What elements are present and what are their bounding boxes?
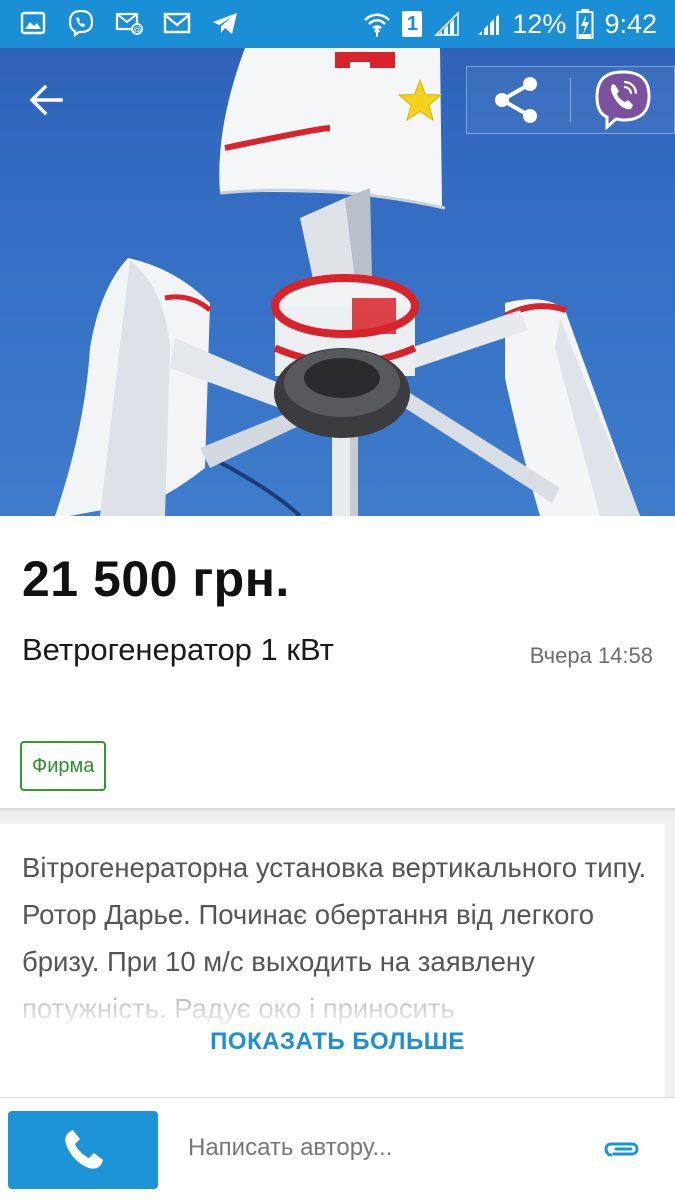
paperclip-icon [604, 1142, 639, 1157]
gmail-icon [163, 12, 191, 34]
attach-button[interactable] [600, 1134, 644, 1164]
share-icon [495, 77, 537, 123]
star-icon [397, 78, 443, 122]
signal-icon-2 [478, 14, 500, 35]
contact-bar: Написать автору... [0, 1097, 675, 1200]
listing-date: Вчера 14:58 [529, 643, 653, 668]
telegram-icon [213, 13, 237, 34]
listing-photo[interactable] [0, 48, 675, 516]
listing-screen: @ 1 12% 9:42 21 500 грн. Ветрогенератор … [0, 0, 675, 1200]
arrow-left-icon [29, 84, 63, 116]
show-more-button[interactable]: ПОКАЗАТЬ БОЛЬШЕ [0, 1028, 665, 1056]
notification-icons: @ [18, 8, 240, 38]
sms-icon: @ [115, 12, 143, 35]
system-status: 1 12% 9:42 [362, 6, 657, 42]
signal-icon-1 [434, 11, 460, 36]
clock: 9:42 [604, 8, 657, 39]
listing-info: 21 500 грн. Ветрогенератор 1 кВт Вчера 1… [0, 516, 675, 808]
price: 21 500 грн. [22, 551, 290, 607]
action-divider [570, 78, 571, 122]
sim-indicator: 1 [402, 11, 423, 37]
description-card: Вітрогенераторна установка вертикального… [0, 824, 665, 1099]
status-bar: @ 1 12% 9:42 [0, 0, 675, 48]
share-button[interactable] [480, 68, 552, 132]
call-button[interactable] [8, 1111, 158, 1189]
viber-icon [595, 70, 651, 131]
gallery-icon [20, 11, 46, 35]
back-button[interactable] [14, 68, 78, 132]
battery-charging-icon [576, 9, 594, 39]
seller-type-badge: Фирма [20, 741, 107, 791]
favorite-button[interactable] [392, 72, 448, 128]
svg-text:@: @ [133, 26, 141, 35]
listing-title: Ветрогенератор 1 кВт [22, 632, 334, 667]
section-divider [0, 808, 675, 824]
viber-share-button[interactable] [586, 64, 660, 136]
wifi-icon [364, 13, 391, 37]
message-author-input[interactable]: Написать автору... [188, 1134, 392, 1162]
phone-icon [65, 1130, 103, 1169]
battery-percent: 12% [512, 8, 567, 39]
viber-icon [68, 9, 94, 38]
